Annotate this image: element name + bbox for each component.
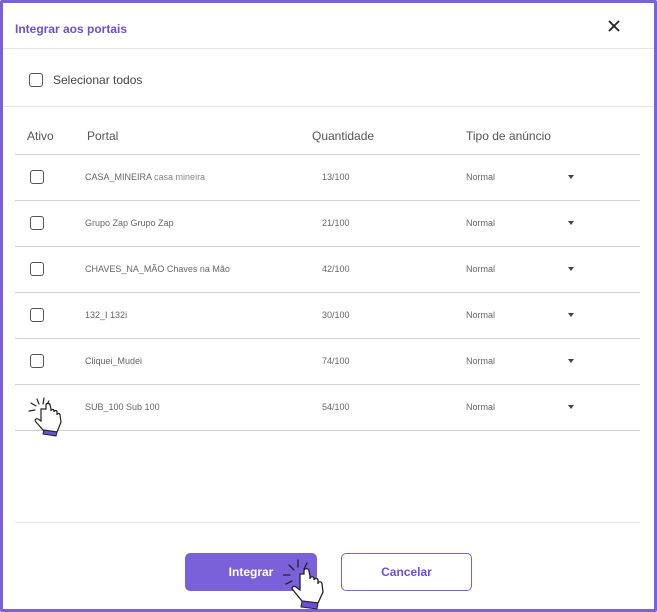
row-checkbox[interactable] <box>30 354 44 368</box>
table-row: Cliquei_Mudei 74/100 Normal <box>15 339 640 385</box>
select-all-checkbox[interactable] <box>29 73 43 87</box>
chevron-down-icon[interactable] <box>568 359 574 363</box>
row-checkbox[interactable] <box>30 170 44 184</box>
row-checkbox[interactable] <box>30 262 44 276</box>
ad-type-select[interactable]: Normal <box>466 172 495 182</box>
ad-type-select[interactable]: Normal <box>466 218 495 228</box>
portal-name: casa mineira <box>154 172 206 182</box>
select-all-row: Selecionar todos <box>3 49 654 107</box>
quantity-cell: 54/100 <box>322 402 350 412</box>
table-row: CHAVES_NA_MÃO Chaves na Mão 42/100 Norma… <box>15 247 640 293</box>
ad-type-select[interactable]: Normal <box>466 264 495 274</box>
chevron-down-icon[interactable] <box>568 267 574 271</box>
quantity-cell: 42/100 <box>322 264 350 274</box>
portal-code: SUB_100 <box>85 402 124 412</box>
row-checkbox[interactable] <box>30 216 44 230</box>
ad-type-select[interactable]: Normal <box>466 402 495 412</box>
quantity-cell: 21/100 <box>322 218 350 228</box>
dialog-title: Integrar aos portais <box>15 22 128 36</box>
portal-cell: 132_I 132i <box>85 310 127 320</box>
portal-code: Grupo Zap <box>85 218 129 228</box>
row-checkbox[interactable] <box>30 308 44 322</box>
chevron-down-icon[interactable] <box>568 313 574 317</box>
quantity-cell: 13/100 <box>322 172 350 182</box>
portal-cell: CHAVES_NA_MÃO Chaves na Mão <box>85 264 230 274</box>
dialog-header: Integrar aos portais <box>3 3 654 49</box>
ad-type-select[interactable]: Normal <box>466 356 495 366</box>
portal-code: Cliquei_Mudei <box>85 356 143 366</box>
pointer-hand-icon <box>283 559 324 610</box>
portal-code: 132_I <box>85 310 108 320</box>
select-all-label: Selecionar todos <box>53 73 143 87</box>
quantity-cell: 74/100 <box>322 356 350 366</box>
column-header-quantidade: Quantidade <box>312 129 375 143</box>
portal-cell: CASA_MINEIRA casa mineira <box>85 172 205 182</box>
portal-cell: Grupo Zap Grupo Zap <box>85 218 174 228</box>
column-header-tipo: Tipo de anúncio <box>466 129 551 143</box>
close-icon[interactable] <box>605 17 623 35</box>
portal-cell: Cliquei_Mudei <box>85 356 142 366</box>
portal-name: 132i <box>110 310 128 320</box>
quantity-cell: 30/100 <box>322 310 350 320</box>
footer-divider <box>15 522 640 523</box>
portal-name: Sub 100 <box>126 402 160 412</box>
table-header: Ativo Portal Quantidade Tipo de anúncio <box>15 107 640 155</box>
portal-code: CASA_MINEIRA <box>85 172 152 182</box>
chevron-down-icon[interactable] <box>568 405 574 409</box>
table-row: 132_I 132i 30/100 Normal <box>15 293 640 339</box>
column-header-ativo: Ativo <box>27 129 54 143</box>
table-row: CASA_MINEIRA casa mineira 13/100 Normal <box>15 155 640 201</box>
ad-type-select[interactable]: Normal <box>466 310 495 320</box>
pointer-hand-icon <box>28 397 62 437</box>
portal-name: Chaves na Mão <box>166 264 230 274</box>
cancelar-button[interactable]: Cancelar <box>341 553 472 591</box>
portal-name: Grupo Zap <box>130 218 174 228</box>
portal-code: CHAVES_NA_MÃO <box>85 264 165 274</box>
dialog: Integrar aos portais Selecionar todos At… <box>0 0 657 612</box>
portal-cell: SUB_100 Sub 100 <box>85 402 160 412</box>
table-row: SUB_100 Sub 100 54/100 Normal <box>15 385 640 431</box>
column-header-portal: Portal <box>87 129 119 143</box>
chevron-down-icon[interactable] <box>568 175 574 179</box>
table-row: Grupo Zap Grupo Zap 21/100 Normal <box>15 201 640 247</box>
chevron-down-icon[interactable] <box>568 221 574 225</box>
